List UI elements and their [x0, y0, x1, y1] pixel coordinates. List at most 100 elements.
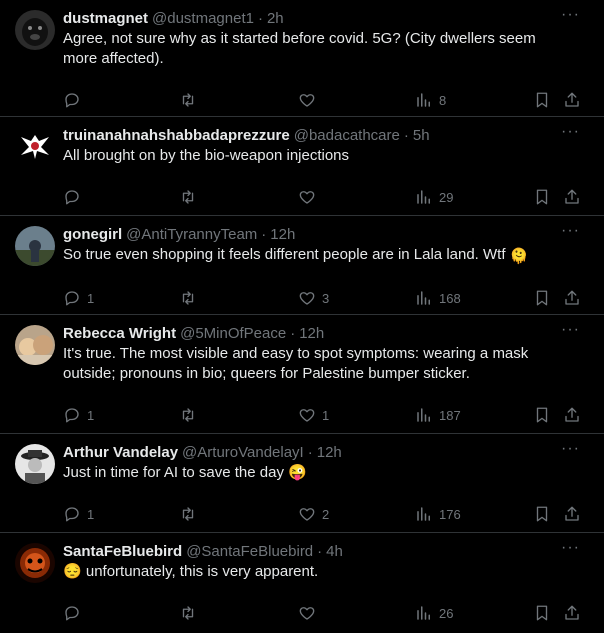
- bookmark-icon: [536, 290, 548, 306]
- author-name[interactable]: gonegirl: [63, 225, 122, 245]
- author-handle[interactable]: @ArturoVandelayI: [182, 443, 304, 463]
- like-button[interactable]: 3: [298, 289, 329, 307]
- tweet-text-span: So true even shopping it feels different…: [63, 246, 506, 263]
- retweet-icon: [182, 606, 194, 620]
- tweet[interactable]: SantaFeBluebird @SantaFeBluebird · 4h ··…: [0, 533, 604, 633]
- like-button[interactable]: [298, 91, 322, 109]
- view-count: 168: [439, 290, 461, 306]
- heart-icon: [299, 292, 315, 305]
- more-options-icon[interactable]: ···: [561, 7, 580, 23]
- avatar[interactable]: [15, 444, 55, 484]
- timestamp[interactable]: 2h: [267, 9, 284, 29]
- tweet[interactable]: truinanahnahshabbadaprezzure @badacathca…: [0, 117, 604, 216]
- tweet[interactable]: gonegirl @AntiTyrannyTeam · 12h ··· So t…: [0, 216, 604, 315]
- bookmark-button[interactable]: [533, 188, 551, 206]
- bookmark-button[interactable]: [533, 604, 551, 622]
- more-options-icon[interactable]: ···: [561, 441, 580, 457]
- retweet-button[interactable]: [179, 188, 197, 206]
- melting-face-emoji: 🫠: [509, 248, 529, 265]
- more-options-icon[interactable]: ···: [561, 540, 580, 556]
- tweet[interactable]: Arthur Vandelay @ArturoVandelayI · 12h ·…: [0, 434, 604, 533]
- views-button[interactable]: 8: [415, 91, 446, 109]
- author-handle[interactable]: @badacathcare: [294, 126, 400, 146]
- timestamp[interactable]: 12h: [270, 225, 295, 245]
- author-name[interactable]: Arthur Vandelay: [63, 443, 178, 463]
- heart-icon: [299, 409, 315, 422]
- timestamp[interactable]: 12h: [317, 443, 342, 463]
- reply-button[interactable]: 1: [63, 289, 94, 307]
- retweet-button[interactable]: [179, 604, 197, 622]
- separator: ·: [307, 444, 313, 461]
- tweet-text-line: more affected).: [63, 50, 164, 67]
- action-bar: 29: [63, 178, 588, 216]
- share-button[interactable]: [563, 188, 581, 206]
- like-button[interactable]: 2: [298, 505, 329, 523]
- action-bar: 1 2 176: [63, 495, 588, 533]
- views-button[interactable]: 168: [415, 289, 461, 307]
- avatar[interactable]: [15, 543, 55, 583]
- share-button[interactable]: [563, 604, 581, 622]
- avatar[interactable]: [15, 10, 55, 50]
- share-button[interactable]: [563, 289, 581, 307]
- author-name[interactable]: truinanahnahshabbadaprezzure: [63, 126, 290, 146]
- share-icon: [565, 506, 579, 521]
- avatar[interactable]: [15, 325, 55, 365]
- reply-count: 1: [87, 290, 95, 306]
- heart-icon: [299, 191, 315, 204]
- retweet-button[interactable]: [179, 505, 197, 523]
- bookmark-button[interactable]: [533, 289, 551, 307]
- share-icon: [565, 407, 579, 422]
- tweet-text: Just in time for AI to save the day 😜: [63, 463, 588, 483]
- author-handle[interactable]: @dustmagnet1: [152, 9, 254, 29]
- reply-button[interactable]: 1: [63, 505, 94, 523]
- avatar[interactable]: [15, 127, 55, 167]
- reply-button[interactable]: [63, 188, 87, 206]
- author-name[interactable]: dustmagnet: [63, 9, 148, 29]
- reply-button[interactable]: [63, 604, 87, 622]
- views-icon: [417, 190, 430, 204]
- pensive-face-emoji: 😔: [63, 563, 82, 580]
- author-name[interactable]: SantaFeBluebird: [63, 542, 182, 562]
- retweet-button[interactable]: [179, 406, 197, 424]
- reply-count: 1: [87, 407, 95, 423]
- like-button[interactable]: [298, 188, 322, 206]
- share-button[interactable]: [563, 91, 581, 109]
- like-button[interactable]: 1: [298, 406, 329, 424]
- bookmark-button[interactable]: [533, 505, 551, 523]
- reply-button[interactable]: [63, 91, 87, 109]
- tweet-text: Agree, not sure why as it started before…: [63, 29, 588, 69]
- more-options-icon[interactable]: ···: [561, 124, 580, 140]
- views-button[interactable]: 29: [415, 188, 453, 206]
- tweet[interactable]: Rebecca Wright @5MinOfPeace · 12h ··· It…: [0, 315, 604, 434]
- like-button[interactable]: [298, 604, 322, 622]
- timestamp[interactable]: 12h: [299, 324, 324, 344]
- like-count: 3: [322, 290, 330, 306]
- bookmark-button[interactable]: [533, 406, 551, 424]
- author-handle[interactable]: @SantaFeBluebird: [186, 542, 313, 562]
- views-button[interactable]: 187: [415, 406, 461, 424]
- retweet-icon: [182, 93, 194, 107]
- more-options-icon[interactable]: ···: [561, 223, 580, 239]
- tweet-text-line: All brought on by the bio-weapon injecti…: [63, 147, 350, 164]
- retweet-button[interactable]: [179, 289, 197, 307]
- tweet-text: It's true. The most visible and easy to …: [63, 344, 588, 384]
- action-bar: 26: [63, 594, 588, 632]
- bookmark-icon: [536, 605, 548, 621]
- tweet[interactable]: dustmagnet @dustmagnet1 · 2h ··· Agree, …: [0, 0, 604, 117]
- share-button[interactable]: [563, 406, 581, 424]
- tweet-text-line: Just in time for AI to save the day 😜: [63, 463, 548, 483]
- bookmark-button[interactable]: [533, 91, 551, 109]
- timestamp[interactable]: 5h: [413, 126, 430, 146]
- retweet-button[interactable]: [179, 91, 197, 109]
- reply-button[interactable]: 1: [63, 406, 94, 424]
- author-name[interactable]: Rebecca Wright: [63, 324, 176, 344]
- share-button[interactable]: [563, 505, 581, 523]
- author-handle[interactable]: @5MinOfPeace: [180, 324, 286, 344]
- avatar[interactable]: [15, 226, 55, 266]
- views-button[interactable]: 176: [415, 505, 461, 523]
- timestamp[interactable]: 4h: [326, 542, 343, 562]
- views-button[interactable]: 26: [415, 604, 453, 622]
- more-options-icon[interactable]: ···: [561, 322, 580, 338]
- views-icon: [417, 606, 430, 620]
- author-handle[interactable]: @AntiTyrannyTeam: [126, 225, 257, 245]
